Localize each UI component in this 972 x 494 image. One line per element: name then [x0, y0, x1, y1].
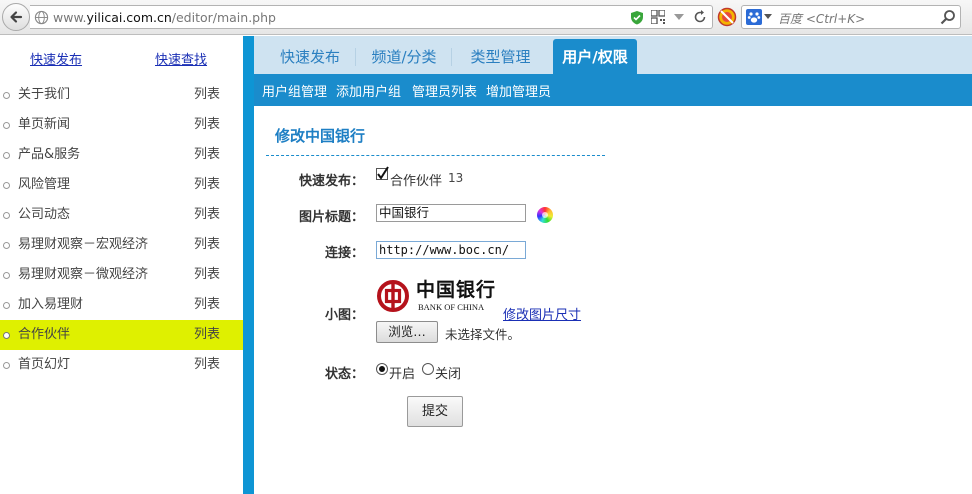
- sidebar-item[interactable]: 风险管理 列表: [0, 170, 243, 200]
- sidebar-item-label[interactable]: 加入易理财: [18, 290, 83, 320]
- logo-english-text: BANK OF CHINA: [418, 302, 485, 312]
- partner-count: 13: [448, 171, 464, 185]
- tab-users-permissions[interactable]: 用户/权限: [553, 39, 637, 74]
- sidebar-item-active[interactable]: 合作伙伴 列表: [0, 320, 243, 350]
- tab-bar: 快速发布 频道/分类 类型管理 用户/权限: [254, 36, 972, 74]
- partner-checkbox[interactable]: [376, 166, 389, 180]
- sidebar-item-list-link[interactable]: 列表: [194, 320, 220, 350]
- frame-divider[interactable]: [243, 36, 254, 494]
- globe-icon: [34, 10, 49, 25]
- sidebar-item-label[interactable]: 合作伙伴: [18, 320, 70, 350]
- bullet-icon: [3, 212, 10, 219]
- sidebar-menu: 关于我们 列表 单页新闻 列表 产品&服务 列表 风险管理 列表 公司动态 列表 易理财观…: [0, 80, 243, 380]
- sidebar-item-label[interactable]: 易理财观察－微观经济: [18, 260, 148, 290]
- subnav-add-admin[interactable]: 增加管理员: [486, 81, 551, 100]
- qr-code-icon[interactable]: [650, 9, 666, 25]
- search-engine-selector[interactable]: [746, 9, 772, 25]
- link-input[interactable]: http://www.boc.cn/: [376, 241, 526, 259]
- bullet-icon: [3, 92, 10, 99]
- sidebar-item-list-link[interactable]: 列表: [194, 80, 220, 110]
- sidebar-item-label[interactable]: 首页幻灯: [18, 350, 70, 380]
- tab-types[interactable]: 类型管理: [451, 39, 550, 74]
- subnav-admin-list[interactable]: 管理员列表: [412, 81, 477, 100]
- image-title-input[interactable]: 中国银行: [376, 204, 526, 222]
- tab-quick-publish[interactable]: 快速发布: [262, 39, 358, 74]
- status-on-label[interactable]: 开启: [389, 363, 415, 382]
- status-on-radio[interactable]: [376, 363, 388, 375]
- sidebar-item-label[interactable]: 易理财观察－宏观经济: [18, 230, 148, 260]
- status-off-label[interactable]: 关闭: [435, 363, 461, 382]
- sidebar: 快速发布 快速查找 关于我们 列表 单页新闻 列表 产品&服务 列表 风险管理 列表 公…: [0, 36, 243, 494]
- page-title: 修改中国银行: [275, 127, 366, 145]
- resize-image-link[interactable]: 修改图片尺寸: [503, 304, 581, 323]
- sidebar-item[interactable]: 关于我们 列表: [0, 80, 243, 110]
- quick-search-link[interactable]: 快速查找: [155, 49, 207, 80]
- status-off-radio[interactable]: [422, 363, 434, 375]
- image-title-label: 图片标题：: [298, 210, 364, 225]
- sidebar-item[interactable]: 易理财观察－宏观经济 列表: [0, 230, 243, 260]
- color-picker-icon[interactable]: [537, 207, 553, 223]
- no-file-text: 未选择文件。: [445, 327, 521, 342]
- bullet-icon: [3, 122, 10, 129]
- tab-channels[interactable]: 频道/分类: [356, 39, 452, 74]
- checkmark-icon: [377, 166, 389, 180]
- bullet-icon: [3, 362, 10, 369]
- main-content: 快速发布 频道/分类 类型管理 用户/权限 用户组管理 添加用户组 管理员列表 …: [254, 36, 972, 494]
- sidebar-item-label[interactable]: 产品&服务: [18, 140, 80, 170]
- sidebar-item-list-link[interactable]: 列表: [194, 230, 220, 260]
- subnav-add-user-group[interactable]: 添加用户组: [336, 81, 401, 100]
- browser-toolbar: www.yilicai.com.cn/editor/main.php 百度 <C…: [0, 0, 972, 35]
- search-placeholder: 百度 <Ctrl+K>: [778, 12, 866, 26]
- sidebar-item-list-link[interactable]: 列表: [194, 170, 220, 200]
- baidu-paw-icon: [746, 9, 762, 25]
- bullet-icon: [3, 182, 10, 189]
- sidebar-item-list-link[interactable]: 列表: [194, 350, 220, 380]
- sidebar-item-list-link[interactable]: 列表: [194, 290, 220, 320]
- sidebar-item-label[interactable]: 风险管理: [18, 170, 70, 200]
- sidebar-item-label[interactable]: 公司动态: [18, 200, 70, 230]
- address-bar[interactable]: www.yilicai.com.cn/editor/main.php: [30, 5, 713, 29]
- sidebar-item-label[interactable]: 关于我们: [18, 80, 70, 110]
- thumbnail-label: 小图：: [324, 308, 364, 323]
- logo-chinese-text: 中国银行: [416, 279, 497, 301]
- search-box[interactable]: 百度 <Ctrl+K>: [741, 5, 961, 29]
- submit-button[interactable]: 提交: [407, 396, 463, 427]
- sidebar-item[interactable]: 产品&服务 列表: [0, 140, 243, 170]
- sidebar-item[interactable]: 易理财观察－微观经济 列表: [0, 260, 243, 290]
- sidebar-item-list-link[interactable]: 列表: [194, 140, 220, 170]
- bullet-icon: [3, 302, 10, 309]
- shield-icon[interactable]: [629, 9, 645, 25]
- url-text: www.yilicai.com.cn/editor/main.php: [53, 10, 276, 25]
- sidebar-item-list-link[interactable]: 列表: [194, 110, 220, 140]
- bullet-icon: [3, 242, 10, 249]
- back-arrow-icon: [10, 11, 23, 23]
- link-label: 连接：: [324, 246, 364, 261]
- sidebar-item-label[interactable]: 单页新闻: [18, 110, 70, 140]
- sub-navigation: 用户组管理 添加用户组 管理员列表 增加管理员: [254, 74, 972, 106]
- subnav-user-groups[interactable]: 用户组管理: [262, 81, 327, 100]
- quick-publish-label: 快速发布：: [298, 174, 364, 189]
- bullet-icon: [3, 272, 10, 279]
- sidebar-item[interactable]: 公司动态 列表: [0, 200, 243, 230]
- browse-button[interactable]: 浏览…: [376, 321, 438, 343]
- sidebar-item[interactable]: 加入易理财 列表: [0, 290, 243, 320]
- sidebar-item[interactable]: 单页新闻 列表: [0, 110, 243, 140]
- quick-publish-link[interactable]: 快速发布: [30, 49, 82, 80]
- back-button[interactable]: [2, 3, 30, 31]
- chevron-down-icon: [764, 14, 772, 19]
- bullet-icon: [3, 332, 10, 339]
- sidebar-item-list-link[interactable]: 列表: [194, 200, 220, 230]
- bank-of-china-logo: 中国银行 BANK OF CHINA: [376, 277, 496, 315]
- bank-of-china-emblem-icon: [377, 280, 409, 312]
- partner-checkbox-label[interactable]: 合作伙伴: [390, 170, 442, 189]
- bullet-icon: [3, 152, 10, 159]
- search-icon[interactable]: [940, 9, 956, 25]
- reload-icon[interactable]: [692, 9, 708, 25]
- dropdown-icon[interactable]: [671, 9, 687, 25]
- sidebar-item-list-link[interactable]: 列表: [194, 260, 220, 290]
- addon-icon[interactable]: [717, 7, 737, 27]
- sidebar-item[interactable]: 首页幻灯 列表: [0, 350, 243, 380]
- title-divider: [266, 155, 605, 156]
- status-label: 状态：: [324, 367, 364, 382]
